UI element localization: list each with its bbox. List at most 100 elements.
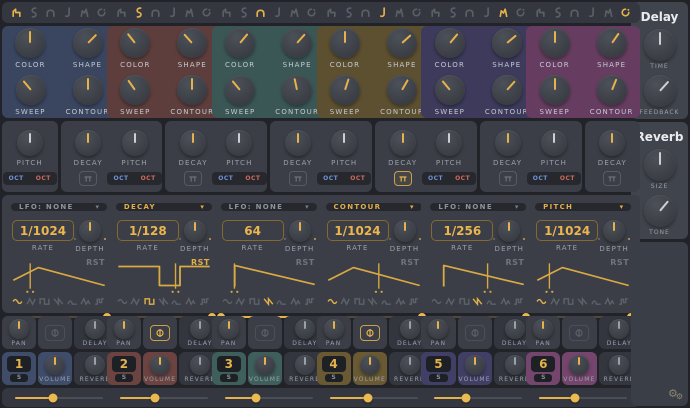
wave-triangle-icon[interactable]	[26, 297, 38, 306]
wave-random-steps-icon[interactable]	[94, 297, 106, 306]
channel-level-slider-handle[interactable]	[570, 393, 580, 403]
oct-down-button[interactable]: OCT	[422, 172, 449, 185]
lfo-rate-display[interactable]: 1/1024	[326, 220, 389, 241]
instrument-icon-6[interactable]	[411, 7, 422, 18]
reverb-send-knob[interactable]	[609, 354, 630, 375]
wave-square-icon[interactable]	[144, 297, 156, 306]
decay-knob[interactable]	[75, 130, 102, 156]
solo-button[interactable]: S	[429, 373, 448, 382]
lfo-target-dropdown[interactable]: LFO: NONE ▾	[220, 203, 317, 211]
wave-sine-icon[interactable]	[431, 297, 443, 306]
sweep-knob[interactable]	[225, 75, 256, 105]
instrument-icon-6[interactable]	[201, 7, 212, 18]
instrument-icon-6[interactable]	[96, 7, 107, 18]
wave-saw-up-icon[interactable]	[381, 297, 393, 306]
wave-saw-down-icon[interactable]	[577, 297, 589, 306]
channel-level-slider[interactable]	[224, 393, 313, 403]
reverb-send-knob[interactable]	[504, 354, 525, 375]
wave-random-steps-icon[interactable]	[199, 297, 211, 306]
channel-level-slider[interactable]	[539, 393, 628, 403]
lfo-rate-display[interactable]: 1/1024	[536, 220, 599, 241]
instrument-icon-1[interactable]	[116, 7, 127, 18]
instrument-icon-4[interactable]	[272, 7, 283, 18]
instrument-icon-5[interactable]	[603, 7, 614, 18]
lfo-reset-toggle[interactable]: RST	[296, 258, 315, 267]
wave-triangle-icon[interactable]	[340, 297, 352, 306]
channel-level-slider[interactable]	[434, 393, 523, 403]
lfo-reset-toggle[interactable]: RST	[505, 258, 524, 267]
wave-peak-icon[interactable]	[500, 297, 512, 306]
instrument-icon-2[interactable]	[343, 7, 354, 18]
oct-down-button[interactable]: OCT	[317, 172, 344, 185]
lfo-target-dropdown[interactable]: LFO: NONE ▾	[430, 203, 527, 211]
instrument-icon-2[interactable]	[552, 7, 563, 18]
volume-knob[interactable]	[464, 354, 485, 375]
decay-envelope-mode-button[interactable]	[288, 171, 307, 186]
decay-envelope-mode-button[interactable]	[498, 171, 517, 186]
instrument-icon-5[interactable]	[79, 7, 90, 18]
solo-button[interactable]: S	[114, 373, 134, 382]
channel-level-slider-handle[interactable]	[48, 393, 58, 403]
contour-knob[interactable]	[387, 75, 417, 105]
wave-square-icon[interactable]	[563, 297, 575, 306]
oct-up-button[interactable]: OCT	[554, 172, 581, 185]
color-knob[interactable]	[329, 28, 360, 58]
solo-button[interactable]: S	[219, 373, 238, 382]
oct-up-button[interactable]: OCT	[344, 172, 371, 185]
pan-knob[interactable]	[218, 318, 239, 339]
sweep-knob[interactable]	[120, 75, 151, 105]
instrument-icon-6[interactable]	[515, 7, 526, 18]
instrument-icon-4[interactable]	[377, 7, 388, 18]
oct-up-button[interactable]: OCT	[239, 172, 266, 185]
instrument-icon-2[interactable]	[28, 7, 39, 18]
lfo-rate-display[interactable]: 64	[221, 220, 284, 241]
shape-knob[interactable]	[387, 28, 417, 58]
shape-knob[interactable]	[282, 28, 313, 58]
wave-saw-up-icon[interactable]	[67, 297, 79, 306]
wave-sine-icon[interactable]	[326, 297, 339, 306]
wave-random-steps-icon[interactable]	[304, 297, 316, 306]
delay-send-knob[interactable]	[85, 318, 106, 339]
instrument-icon-5[interactable]	[184, 7, 195, 18]
channel-level-slider-handle[interactable]	[251, 393, 261, 403]
decay-envelope-mode-button[interactable]	[393, 171, 412, 186]
instrument-icon-5[interactable]	[498, 7, 509, 18]
volume-knob[interactable]	[254, 354, 275, 375]
instrument-icon-6[interactable]	[620, 7, 631, 18]
instrument-icon-5[interactable]	[289, 7, 300, 18]
pitch-knob[interactable]	[226, 130, 253, 156]
decay-knob[interactable]	[389, 130, 416, 156]
wave-sine-icon[interactable]	[117, 297, 129, 306]
instrument-icon-1[interactable]	[430, 7, 441, 18]
color-knob[interactable]	[225, 28, 256, 58]
phase-invert-button[interactable]	[254, 324, 275, 341]
sweep-knob[interactable]	[539, 75, 570, 105]
instrument-icon-4[interactable]	[167, 7, 178, 18]
lfo-reset-toggle[interactable]: RST	[86, 258, 105, 267]
reverb-send-knob[interactable]	[399, 354, 420, 375]
oct-down-button[interactable]: OCT	[527, 172, 554, 185]
delay-send-knob[interactable]	[504, 318, 525, 339]
volume-knob[interactable]	[45, 354, 66, 375]
decay-envelope-mode-button[interactable]	[603, 171, 622, 186]
lfo-reset-toggle[interactable]: RST	[191, 258, 210, 267]
wave-triangle-icon[interactable]	[235, 297, 247, 306]
sweep-knob[interactable]	[330, 75, 360, 105]
decay-envelope-mode-button[interactable]	[184, 171, 203, 186]
instrument-icon-2[interactable]	[447, 7, 458, 18]
wave-sine-icon[interactable]	[12, 297, 24, 306]
wave-saw-up-icon[interactable]	[591, 297, 603, 306]
instrument-icon-5[interactable]	[394, 7, 405, 18]
delay-send-knob[interactable]	[609, 318, 630, 339]
delay-send-knob[interactable]	[399, 318, 420, 339]
channel-level-slider-handle[interactable]	[363, 393, 373, 403]
channel-level-slider[interactable]	[15, 393, 103, 403]
wave-sine-icon[interactable]	[222, 297, 234, 306]
color-knob[interactable]	[120, 28, 151, 58]
decay-envelope-mode-button[interactable]	[79, 171, 98, 186]
pan-knob[interactable]	[428, 318, 449, 339]
phase-invert-button[interactable]	[359, 324, 380, 341]
contour-knob[interactable]	[282, 75, 313, 105]
decay-knob[interactable]	[599, 130, 626, 156]
lfo-depth-knob[interactable]	[183, 220, 206, 242]
